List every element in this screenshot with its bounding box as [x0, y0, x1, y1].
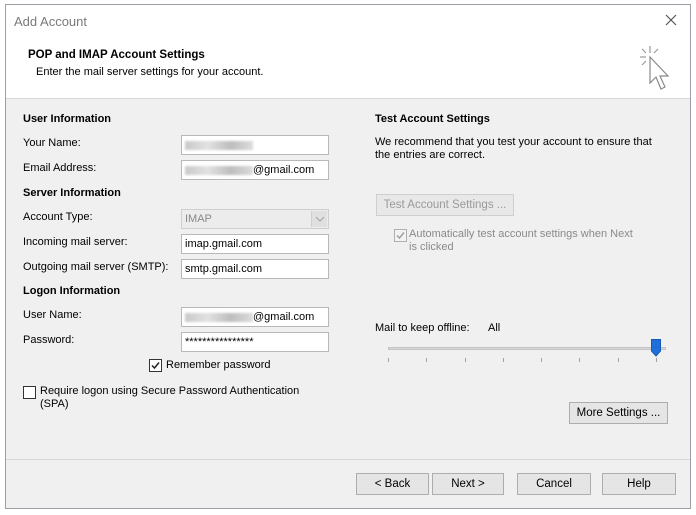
test-description-line1: We recommend that you test your account …	[375, 136, 652, 148]
close-icon[interactable]	[664, 13, 678, 27]
spa-label-line2: (SPA)	[40, 398, 69, 410]
header-title: POP and IMAP Account Settings	[28, 49, 205, 61]
user-information-heading: User Information	[23, 113, 112, 125]
password-field[interactable]: ****************	[181, 332, 329, 352]
add-account-dialog: Add Account POP and IMAP Account Setting…	[5, 4, 691, 509]
slider-tick	[465, 358, 466, 362]
redacted-name	[185, 140, 253, 150]
slider-tick	[541, 358, 542, 362]
password-label: Password:	[23, 334, 75, 346]
slider-tick	[618, 358, 619, 362]
offline-slider-thumb[interactable]	[651, 339, 661, 357]
auto-test-label-line2: is clicked	[409, 241, 454, 253]
slider-tick	[503, 358, 504, 362]
remember-password-label: Remember password	[166, 359, 271, 371]
more-settings-button[interactable]: More Settings ...	[569, 402, 668, 424]
slider-tick	[388, 358, 389, 362]
cursor-click-icon	[636, 43, 676, 93]
footer-divider	[6, 459, 690, 460]
outgoing-server-field[interactable]: smtp.gmail.com	[181, 259, 329, 279]
incoming-server-field[interactable]: imap.gmail.com	[181, 234, 329, 254]
redacted-email	[185, 165, 253, 175]
your-name-label: Your Name:	[23, 137, 81, 149]
window-title: Add Account	[14, 14, 87, 29]
email-suffix: @gmail.com	[253, 164, 315, 176]
your-name-field[interactable]	[181, 135, 329, 155]
remember-password-checkbox[interactable]	[149, 359, 162, 372]
spa-checkbox[interactable]	[23, 386, 36, 399]
auto-test-label-line1: Automatically test account settings when…	[409, 228, 633, 240]
redacted-username	[185, 312, 253, 322]
test-description-line2: the entries are correct.	[375, 149, 486, 161]
dialog-header: POP and IMAP Account Settings Enter the …	[6, 38, 690, 99]
account-type-select: IMAP	[181, 209, 329, 229]
email-address-label: Email Address:	[23, 162, 97, 174]
back-button[interactable]: < Back	[356, 473, 429, 495]
incoming-server-label: Incoming mail server:	[23, 236, 128, 248]
title-bar: Add Account	[6, 5, 690, 38]
slider-tick	[579, 358, 580, 362]
logon-information-heading: Logon Information	[23, 285, 121, 297]
next-button[interactable]: Next >	[432, 473, 504, 495]
username-suffix: @gmail.com	[253, 311, 315, 323]
user-name-field[interactable]: @gmail.com	[181, 307, 329, 327]
cancel-button[interactable]: Cancel	[517, 473, 591, 495]
help-button[interactable]: Help	[602, 473, 676, 495]
account-type-label: Account Type:	[23, 211, 93, 223]
offline-slider-track[interactable]	[388, 347, 666, 350]
mail-offline-label: Mail to keep offline:	[375, 322, 470, 334]
chevron-down-icon	[311, 211, 327, 227]
test-account-settings-heading: Test Account Settings	[375, 113, 490, 125]
account-type-value: IMAP	[185, 213, 212, 225]
user-name-label: User Name:	[23, 309, 82, 321]
spa-label-line1: Require logon using Secure Password Auth…	[40, 385, 300, 397]
slider-tick	[426, 358, 427, 362]
test-account-settings-button: Test Account Settings ...	[376, 194, 514, 216]
checkmark-icon	[151, 362, 160, 370]
checkmark-icon	[396, 232, 405, 240]
server-information-heading: Server Information	[23, 187, 121, 199]
outgoing-server-label: Outgoing mail server (SMTP):	[23, 261, 169, 273]
header-subtitle: Enter the mail server settings for your …	[36, 66, 264, 78]
auto-test-checkbox	[394, 229, 407, 242]
mail-offline-value: All	[488, 322, 501, 334]
email-address-field[interactable]: @gmail.com	[181, 160, 329, 180]
slider-tick	[656, 358, 657, 362]
